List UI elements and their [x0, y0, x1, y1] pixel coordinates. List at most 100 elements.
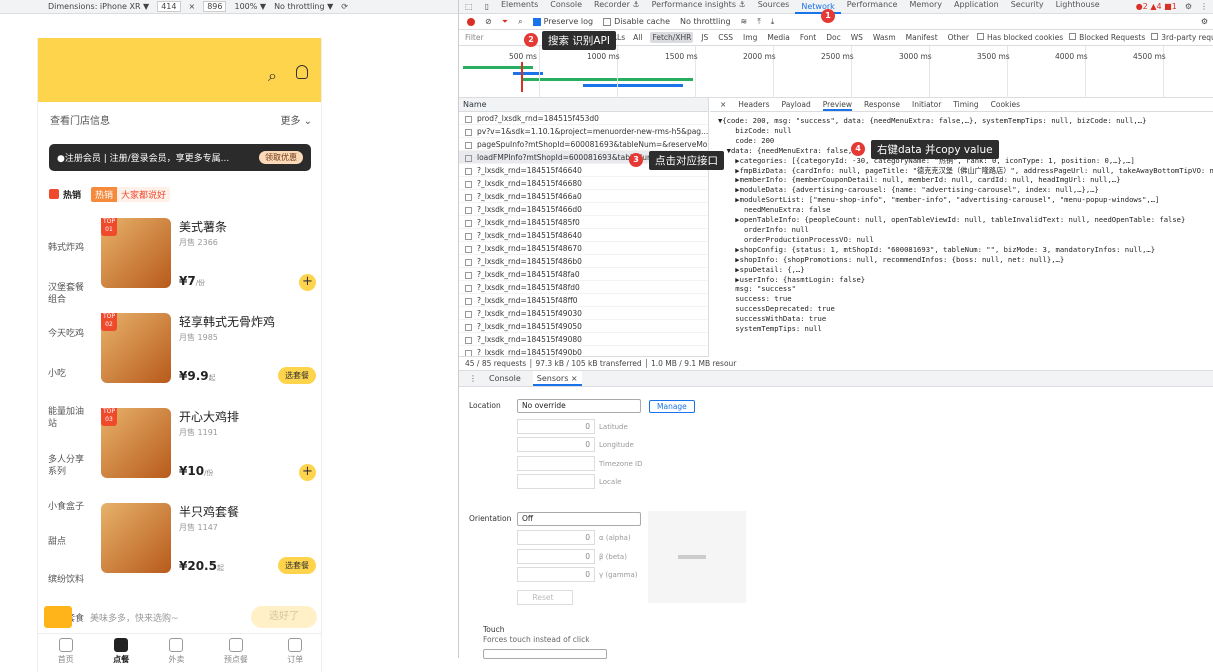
tab-1[interactable]: 点餐 — [113, 634, 129, 672]
preview-line[interactable]: ▶spuDetail: {,…} — [718, 265, 1213, 275]
request-row[interactable]: ?_lxsdk_rnd=184515f466d0 — [459, 203, 708, 216]
has-blocked-cookies-checkbox[interactable]: Has blocked cookies — [976, 33, 1063, 42]
request-row[interactable]: ?_lxsdk_rnd=184515f466a0 — [459, 190, 708, 203]
detail-tab[interactable]: Payload — [782, 98, 811, 111]
location-select[interactable]: No override — [517, 399, 641, 413]
more-link[interactable]: 更多 ⌄ — [280, 112, 312, 127]
filter-type-button[interactable]: All — [631, 32, 644, 43]
filter-input[interactable]: Filter — [465, 33, 484, 42]
request-checkbox[interactable] — [465, 323, 472, 331]
request-row[interactable]: pv?v=1&sdk=1.10.1&project=menuorder-new-… — [459, 125, 708, 138]
sidebar-item[interactable]: 能量加油 站 — [38, 406, 94, 430]
request-checkbox[interactable] — [465, 154, 472, 162]
request-row[interactable]: ?_lxsdk_rnd=184515f48ff0 — [459, 294, 708, 307]
gamma-input[interactable]: 0 — [517, 567, 595, 582]
rotate-icon[interactable]: ⟳ — [341, 2, 348, 11]
request-checkbox[interactable] — [465, 128, 472, 136]
preview-line[interactable]: bizCode: null — [718, 126, 1213, 136]
drawer-tab[interactable]: Sensors × — [532, 371, 582, 386]
timezone-input[interactable] — [517, 456, 595, 471]
latitude-input[interactable]: 0 — [517, 419, 595, 434]
request-checkbox[interactable] — [465, 245, 472, 253]
tab-2[interactable]: 外卖 — [168, 634, 184, 672]
devtools-tab[interactable]: Elements — [495, 0, 544, 14]
locale-input[interactable] — [517, 474, 595, 489]
preview-line[interactable]: needMenuExtra: false — [718, 205, 1213, 215]
record-icon[interactable] — [467, 17, 475, 26]
sidebar-item[interactable]: 汉堡套餐 组合 — [38, 282, 94, 306]
network-throttle-select[interactable]: No throttling — [680, 17, 731, 26]
tab-3[interactable]: 预点餐 — [224, 634, 248, 672]
request-row[interactable]: ?_lxsdk_rnd=184515f46680 — [459, 177, 708, 190]
sidebar-item[interactable]: 多人分享 系列 — [38, 454, 94, 478]
reset-button[interactable]: Reset — [517, 590, 573, 605]
request-checkbox[interactable] — [465, 115, 472, 123]
more-menu-icon[interactable]: ⋮ — [1200, 2, 1213, 11]
orientation-select[interactable]: Off — [517, 512, 641, 526]
device-height-input[interactable]: 896 — [203, 1, 227, 12]
settings-gear-icon[interactable]: ⚙ — [1185, 2, 1200, 11]
request-row[interactable]: ?_lxsdk_rnd=184515f49050 — [459, 320, 708, 333]
preview-line[interactable]: ▼{code: 200, msg: "success", data: {need… — [718, 116, 1213, 126]
inspect-icon[interactable]: ⬚ — [459, 2, 479, 11]
cart-icon[interactable] — [44, 606, 72, 628]
filter-type-button[interactable]: WS — [849, 32, 865, 43]
user-icon[interactable] — [296, 65, 308, 79]
devtools-tab[interactable]: Performance insights ⚓ — [646, 0, 752, 14]
devtools-tab[interactable]: Lighthouse — [1050, 0, 1106, 14]
request-row[interactable]: ?_lxsdk_rnd=184515f48fa0 — [459, 268, 708, 281]
request-row[interactable]: ?_lxsdk_rnd=184515f486b0 — [459, 255, 708, 268]
sidebar-item[interactable]: 今天吃鸡 — [38, 328, 94, 340]
request-row[interactable]: ?_lxsdk_rnd=184515f49080 — [459, 333, 708, 346]
filter-type-button[interactable]: Img — [741, 32, 759, 43]
request-row[interactable]: ?_lxsdk_rnd=184515f485f0 — [459, 216, 708, 229]
checkout-button[interactable]: 选好了 — [251, 606, 317, 628]
issue-counters[interactable]: ●2 ▲4 ■1 — [1136, 2, 1185, 11]
preview-line[interactable]: ▶shopInfo: {shopPromotions: null, recomm… — [718, 255, 1213, 265]
request-list-header[interactable]: Name — [459, 98, 708, 112]
request-checkbox[interactable] — [465, 141, 472, 149]
manage-button[interactable]: Manage — [649, 400, 695, 413]
zoom-select[interactable]: 100% ▼ — [234, 2, 266, 11]
disable-cache-checkbox[interactable]: Disable cache — [603, 17, 670, 26]
request-row[interactable]: ?_lxsdk_rnd=184515f48fd0 — [459, 281, 708, 294]
network-timeline[interactable]: 500 ms 1000 ms 1500 ms 2000 ms 2500 ms 3000 m… — [459, 46, 1213, 98]
sidebar-item[interactable]: 甜点 — [38, 536, 94, 548]
detail-tab[interactable]: Cookies — [991, 98, 1020, 111]
device-width-input[interactable]: 414 — [157, 1, 181, 12]
preview-line[interactable]: ▶moduleSortList: ["menu-shop-info", "mem… — [718, 195, 1213, 205]
detail-tab[interactable]: Timing — [953, 98, 978, 111]
filter-type-button[interactable]: Wasm — [871, 32, 898, 43]
request-checkbox[interactable] — [465, 310, 472, 318]
filter-type-button[interactable]: CSS — [716, 32, 735, 43]
search-icon[interactable]: ⌕ — [268, 66, 277, 86]
download-icon[interactable]: ⤓ — [771, 17, 775, 27]
preview-line[interactable]: ▶fmpBizData: {cardInfo: null, pageTitle:… — [718, 166, 1213, 176]
drawer-menu-icon[interactable]: ⋮ — [469, 371, 477, 386]
request-checkbox[interactable] — [465, 232, 472, 240]
preview-line[interactable]: orderProductionProcessVO: null — [718, 235, 1213, 245]
product-image[interactable] — [101, 503, 171, 573]
request-checkbox[interactable] — [465, 206, 472, 214]
third-party-checkbox[interactable]: 3rd-party requests — [1151, 33, 1213, 42]
request-row[interactable]: pageSpuInfo?mtShopId=600081693&tableNum=… — [459, 138, 708, 151]
request-checkbox[interactable] — [465, 219, 472, 227]
product-card[interactable]: 半只鸡套餐 月售 1147 ¥20.5起 选套餐 — [101, 503, 316, 593]
product-card[interactable]: TOP 03 开心大鸡排 月售 1191 ¥10/份 + — [101, 408, 316, 498]
devtools-tab[interactable]: Application — [948, 0, 1005, 14]
select-set-button[interactable]: 选套餐 — [278, 367, 316, 384]
preview-line[interactable]: successDeprecated: true — [718, 304, 1213, 314]
sidebar-item[interactable]: 小吃 — [38, 368, 94, 380]
preview-line[interactable]: systemTempTips: null — [718, 324, 1213, 334]
filter-type-button[interactable]: Other — [946, 32, 971, 43]
devtools-tab[interactable]: Console — [544, 0, 588, 14]
request-checkbox[interactable] — [465, 180, 472, 188]
sidebar-item[interactable]: 韩式炸鸡 — [38, 242, 94, 254]
request-checkbox[interactable] — [465, 258, 472, 266]
devtools-tab[interactable]: Memory — [903, 0, 948, 14]
drawer-tab[interactable]: Console — [489, 371, 521, 386]
request-checkbox[interactable] — [465, 193, 472, 201]
filter-type-button[interactable]: Manifest — [904, 32, 940, 43]
filter-type-button[interactable]: JS — [699, 32, 710, 43]
preview-line[interactable]: ▶userInfo: {hasmtLogin: false} — [718, 275, 1213, 285]
